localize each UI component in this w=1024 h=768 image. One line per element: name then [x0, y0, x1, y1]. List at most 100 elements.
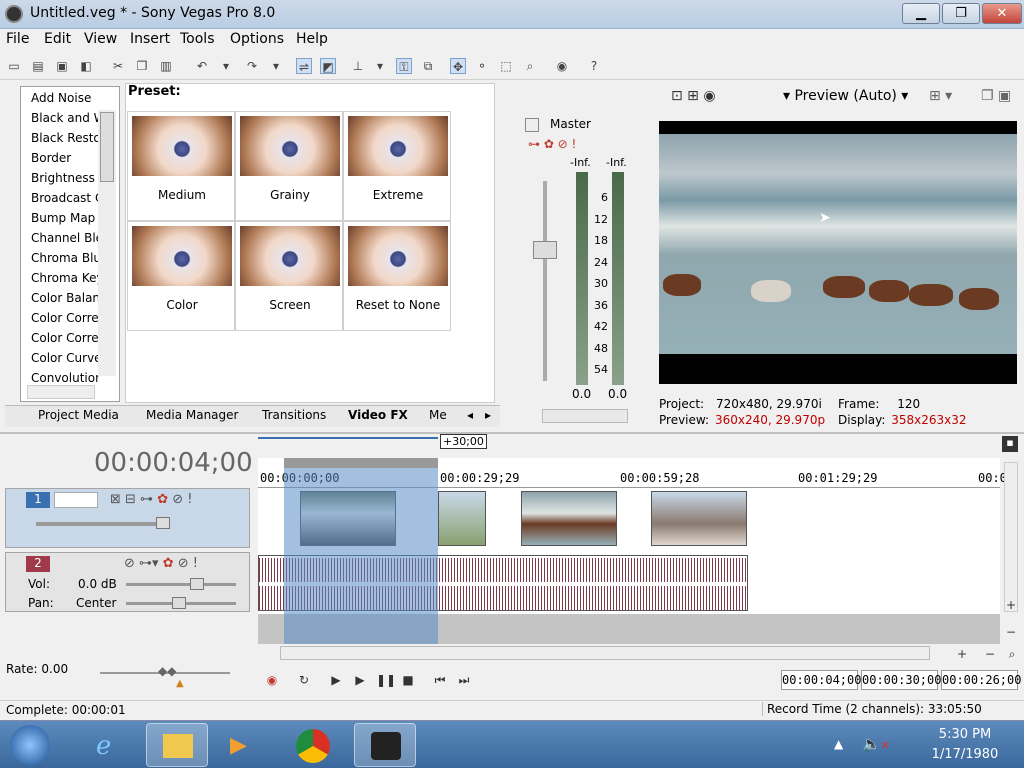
- zoom-in-icon[interactable]: +: [954, 646, 970, 662]
- fx-item[interactable]: Bump Map: [31, 211, 99, 225]
- video-clip[interactable]: [521, 491, 617, 546]
- selection-end-time[interactable]: 00:00:30;00: [861, 670, 941, 690]
- stop-icon[interactable]: ■: [400, 672, 416, 688]
- pan-slider-thumb[interactable]: [172, 597, 186, 609]
- snap-icon[interactable]: ⇌: [296, 58, 312, 74]
- fx-item[interactable]: Color Corre: [31, 331, 99, 345]
- go-to-end-icon[interactable]: ⏭: [456, 672, 472, 688]
- video-clip[interactable]: [651, 491, 747, 546]
- tab-scroll-right-icon[interactable]: ▸: [485, 408, 491, 422]
- preset-screen[interactable]: Screen: [235, 221, 343, 331]
- save-icon[interactable]: ▣: [54, 58, 70, 74]
- zoom-out-icon[interactable]: −: [982, 646, 998, 662]
- properties-icon[interactable]: ◧: [78, 58, 94, 74]
- paste-icon[interactable]: ▥: [158, 58, 174, 74]
- ignore-grouping-icon[interactable]: ⧉: [420, 58, 436, 74]
- preview-toolbar-icons[interactable]: ⊡ ⊞ ◉: [671, 88, 716, 104]
- mixer-fx-icons[interactable]: ⊶ ✿ ⊘ !: [528, 137, 576, 151]
- fx-item[interactable]: Chroma Key: [31, 271, 99, 285]
- preview-quality-dropdown[interactable]: ▾ Preview (Auto) ▾: [783, 88, 908, 104]
- grid-icon[interactable]: ⊞ ▾: [929, 88, 952, 104]
- track-opacity-slider[interactable]: [36, 522, 166, 526]
- selection-start-time[interactable]: 00:00:04;00: [781, 670, 861, 690]
- show-hidden-icons[interactable]: ▲: [834, 737, 843, 751]
- preset-extreme[interactable]: Extreme: [343, 111, 451, 221]
- timeline-divider[interactable]: [0, 432, 1024, 434]
- selection-tool-icon[interactable]: ⬚: [498, 58, 514, 74]
- volume-slider[interactable]: [126, 583, 236, 586]
- minimize-button[interactable]: ▁: [902, 3, 940, 24]
- go-to-start-icon[interactable]: ⏮: [432, 672, 448, 688]
- ripple-edit-icon[interactable]: ⊥: [350, 58, 366, 74]
- track-fx-icons[interactable]: ⊠ ⊟ ⊶ ✿ ⊘ !: [110, 492, 192, 507]
- preset-reset-to-none[interactable]: Reset to None: [343, 221, 451, 331]
- auto-crossfade-icon[interactable]: ◩: [320, 58, 336, 74]
- clock-time[interactable]: 5:30 PM: [920, 727, 1010, 742]
- whats-this-icon[interactable]: ?: [586, 58, 602, 74]
- loop-playback-icon[interactable]: ↻: [296, 672, 312, 688]
- vegas-app-icon[interactable]: [5, 5, 23, 23]
- track-list-menu-icon[interactable]: ▪: [1002, 436, 1018, 452]
- fx-item[interactable]: Convolution: [31, 371, 99, 385]
- chrome-icon[interactable]: [282, 723, 344, 767]
- tab-more[interactable]: Me: [429, 408, 447, 422]
- selection-region[interactable]: [284, 468, 438, 644]
- zoom-in-vertical-icon[interactable]: +: [1003, 597, 1019, 613]
- cut-icon[interactable]: ✂: [110, 58, 126, 74]
- master-bus-icon[interactable]: [525, 118, 539, 132]
- media-player-icon[interactable]: ▶: [212, 723, 274, 767]
- zoom-tool-icon[interactable]: ⌕: [522, 58, 538, 74]
- menu-help[interactable]: Help: [296, 31, 328, 47]
- menu-options[interactable]: Options: [230, 31, 284, 47]
- undo-icon[interactable]: ↶: [194, 58, 210, 74]
- fx-item[interactable]: Color Curve: [31, 351, 99, 365]
- track-name-field[interactable]: [54, 492, 98, 508]
- pause-icon[interactable]: ❚❚: [376, 672, 396, 688]
- tab-scroll-left-icon[interactable]: ◂: [467, 408, 473, 422]
- fx-item[interactable]: Channel Ble: [31, 231, 99, 245]
- clock-date[interactable]: 1/17/1980: [920, 747, 1010, 762]
- fx-item[interactable]: Color Corre: [31, 311, 99, 325]
- fx-item[interactable]: Black and W: [31, 111, 99, 125]
- record-icon[interactable]: ◉: [264, 672, 280, 688]
- preset-grainy[interactable]: Grainy: [235, 111, 343, 221]
- normal-edit-tool-icon[interactable]: ✥: [450, 58, 466, 74]
- internet-explorer-icon[interactable]: ℯ: [78, 723, 140, 767]
- redo-dropdown-icon[interactable]: ▾: [268, 58, 284, 74]
- tab-media-manager[interactable]: Media Manager: [146, 408, 238, 422]
- fx-item[interactable]: Black Resto: [31, 131, 99, 145]
- audio-track-header[interactable]: 2 ⊘ ⊶▾ ✿ ⊘ ! Vol: 0.0 dB Pan: Center: [5, 552, 250, 612]
- copy-snapshot-icon[interactable]: ❐ ▣: [981, 88, 1011, 104]
- menu-view[interactable]: View: [84, 31, 117, 47]
- fx-item[interactable]: Border: [31, 151, 99, 165]
- close-button[interactable]: ✕: [982, 3, 1022, 24]
- new-icon[interactable]: ▭: [6, 58, 22, 74]
- fx-item[interactable]: Add Noise: [31, 91, 99, 105]
- loop-region[interactable]: [284, 458, 438, 468]
- tab-video-fx[interactable]: Video FX: [348, 408, 408, 422]
- play-icon[interactable]: ▶: [352, 672, 368, 688]
- loop-region-bar[interactable]: [258, 437, 438, 439]
- volume-slider-thumb[interactable]: [190, 578, 204, 590]
- menu-tools[interactable]: Tools: [180, 31, 215, 47]
- ripple-dropdown-icon[interactable]: ▾: [372, 58, 388, 74]
- timeline-vscrollbar[interactable]: [1004, 462, 1018, 612]
- explorer-icon[interactable]: [146, 723, 208, 767]
- zoom-tool-icon[interactable]: ⌕: [1004, 646, 1020, 662]
- mixer-hscrollbar[interactable]: [542, 409, 628, 423]
- menu-insert[interactable]: Insert: [130, 31, 170, 47]
- fx-item[interactable]: Broadcast C: [31, 191, 99, 205]
- undo-dropdown-icon[interactable]: ▾: [218, 58, 234, 74]
- track-fx-icons[interactable]: ⊘ ⊶▾ ✿ ⊘ !: [124, 556, 198, 571]
- tab-transitions[interactable]: Transitions: [262, 408, 326, 422]
- burn-icon[interactable]: ◉: [554, 58, 570, 74]
- start-button[interactable]: [10, 725, 50, 765]
- lock-envelopes-icon[interactable]: ⚿: [396, 58, 412, 74]
- preset-medium[interactable]: Medium: [127, 111, 235, 221]
- video-clip[interactable]: [438, 491, 486, 546]
- fx-hscrollbar[interactable]: [27, 385, 95, 399]
- volume-muted-icon[interactable]: 🔈✕: [862, 735, 890, 753]
- fx-item[interactable]: Brightness a: [31, 171, 99, 185]
- vegas-taskbar-icon[interactable]: [354, 723, 416, 767]
- preset-color[interactable]: Color: [127, 221, 235, 331]
